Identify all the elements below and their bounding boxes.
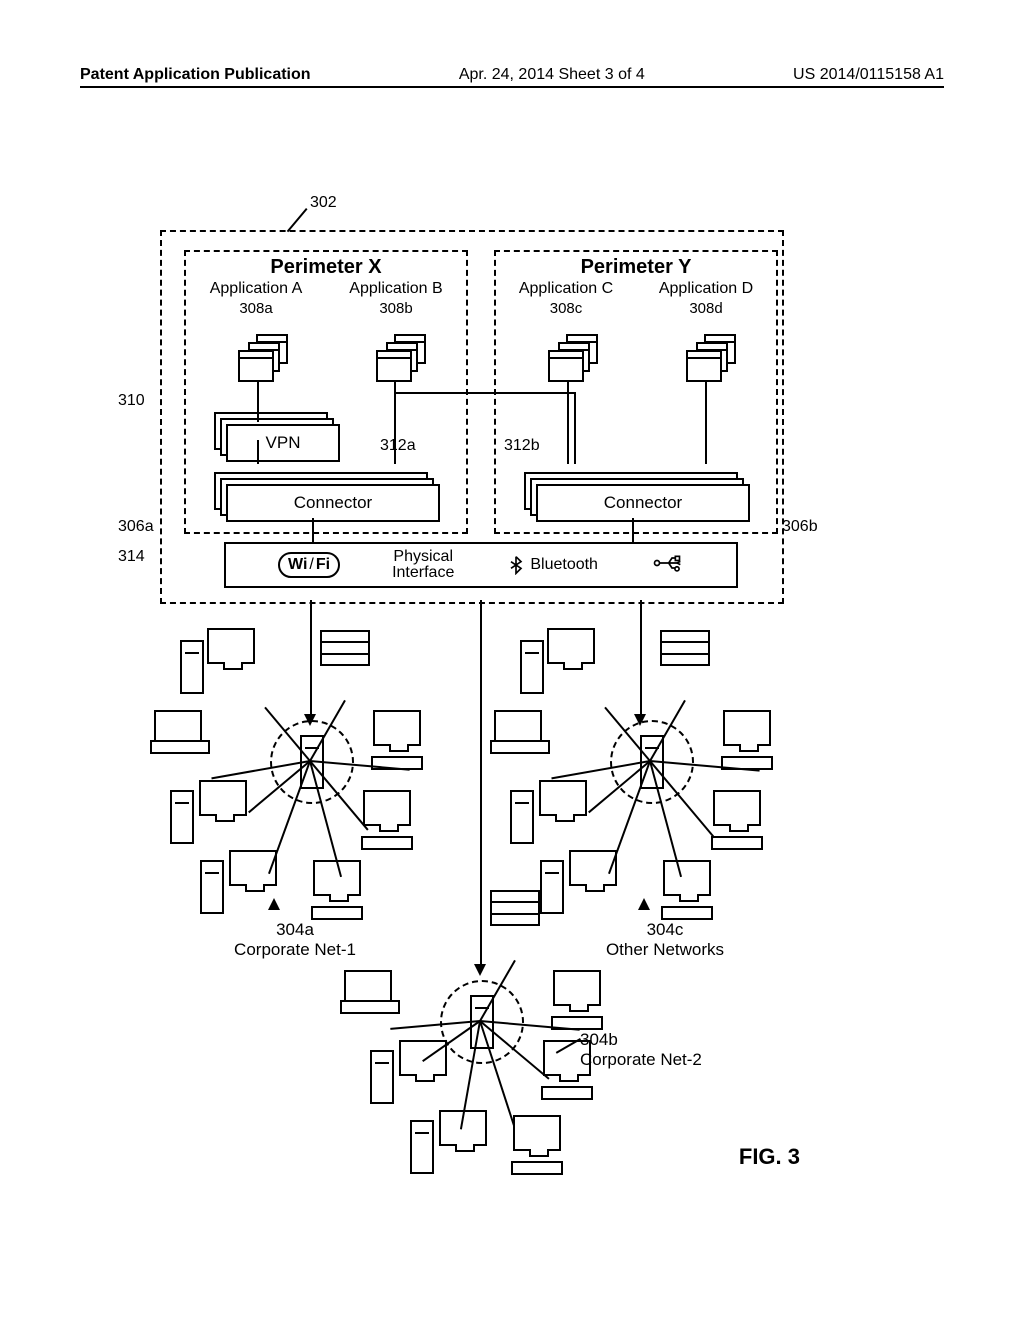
app-d-icon xyxy=(678,332,734,382)
app-b-icon xyxy=(368,332,424,382)
label-304b: Corporate Net-2 xyxy=(580,1050,702,1069)
arrowhead-304a xyxy=(268,898,280,910)
connector-x-box: Connector xyxy=(226,484,436,518)
line-appA-vpn xyxy=(257,382,259,422)
ref-306b: 306b xyxy=(782,518,818,536)
app-b-label: Application B xyxy=(326,280,466,298)
wifi-icon: Wi/Fi xyxy=(278,552,340,578)
connector-y-box: Connector xyxy=(536,484,746,518)
figure-number: FIG. 3 xyxy=(739,1144,800,1170)
figure-diagram: 302 Perimeter X Application A 308a Appli… xyxy=(140,200,800,1160)
app-d-label: Application D xyxy=(636,280,776,298)
app-c-icon xyxy=(540,332,596,382)
line-connY-phys xyxy=(632,518,634,544)
app-a-label: Application A xyxy=(186,280,326,298)
ref-312a: 312a xyxy=(380,437,416,455)
line-appB-cross xyxy=(394,392,574,394)
arrowhead-304c xyxy=(638,898,650,910)
ref-302: 302 xyxy=(310,194,337,212)
bluetooth-icon: Bluetooth xyxy=(506,555,598,575)
usb-icon xyxy=(650,553,684,578)
physical-interface-box: Wi/Fi PhysicalInterface Bluetooth xyxy=(224,542,738,588)
perimeter-y-title: Perimeter Y xyxy=(496,256,776,279)
leadline-302 xyxy=(287,208,308,232)
perimeter-x-title: Perimeter X xyxy=(186,256,466,279)
app-b-ref: 308b xyxy=(326,300,466,317)
app-c-ref: 308c xyxy=(496,300,636,317)
ref-312b: 312b xyxy=(504,437,540,455)
bluetooth-symbol-icon xyxy=(506,555,526,575)
ref-306a: 306a xyxy=(118,518,154,536)
line-appC-connY xyxy=(567,382,569,464)
net2-caption: 304b Corporate Net-2 xyxy=(580,1030,760,1070)
physical-interface-label: PhysicalInterface xyxy=(392,549,454,581)
bluetooth-label: Bluetooth xyxy=(530,556,598,574)
ref-314: 314 xyxy=(118,548,145,566)
app-d-ref: 308d xyxy=(636,300,776,317)
network-304a xyxy=(160,630,460,910)
app-a-icon xyxy=(230,332,286,382)
line-appD-connY xyxy=(705,382,707,464)
header-date-sheet: Apr. 24, 2014 Sheet 3 of 4 xyxy=(459,66,645,84)
device-box: Perimeter X Application A 308a Applicati… xyxy=(160,230,784,604)
line-appB-cross-v xyxy=(574,392,576,464)
line-connX-phys xyxy=(312,518,314,544)
vpn-label: VPN xyxy=(226,424,340,462)
line-vpn-connX xyxy=(257,440,259,464)
ref-304a: 304a xyxy=(276,920,314,939)
ref-310: 310 xyxy=(118,392,145,410)
network-304c xyxy=(500,630,800,910)
connector-x-label: Connector xyxy=(226,484,440,522)
ref-304b: 304b xyxy=(580,1030,618,1049)
header-publication: Patent Application Publication xyxy=(80,66,311,84)
vpn-box: VPN xyxy=(226,424,336,458)
ref-304c: 304c xyxy=(647,920,684,939)
app-a-ref: 308a xyxy=(186,300,326,317)
header-pubnumber: US 2014/0115158 A1 xyxy=(793,66,944,84)
app-c-label: Application C xyxy=(496,280,636,298)
connector-y-label: Connector xyxy=(536,484,750,522)
